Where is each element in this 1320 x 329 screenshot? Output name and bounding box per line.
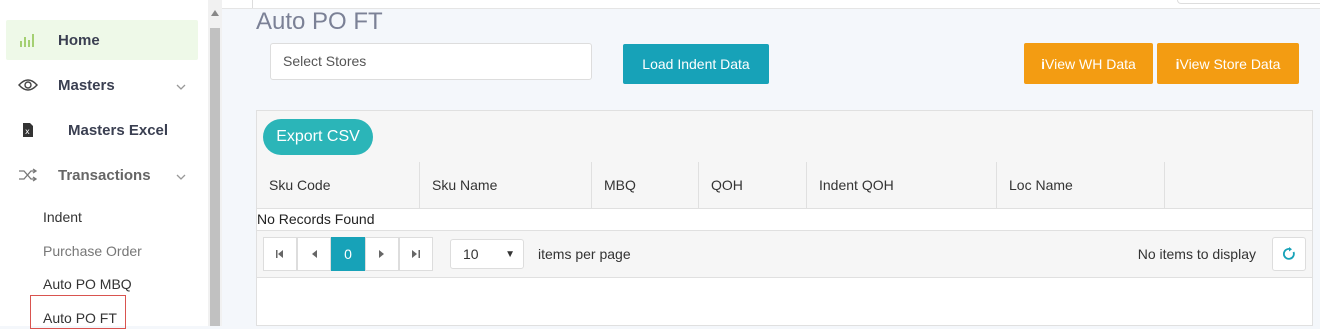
eye-icon	[16, 78, 40, 92]
column-header[interactable]: QOH	[699, 162, 807, 208]
header-search-box[interactable]	[1177, 0, 1320, 4]
scroll-up-arrow-icon[interactable]	[211, 10, 219, 16]
column-header[interactable]: Indent QOH	[807, 162, 997, 208]
chevron-down-icon	[176, 167, 186, 184]
top-header-strip	[222, 0, 1320, 9]
sidebar: Home Masters x Masters Excel Transaction…	[0, 0, 208, 329]
current-page-button[interactable]: 0	[331, 237, 365, 271]
column-header[interactable]: Loc Name	[997, 162, 1165, 208]
data-grid: Export CSV Sku Code Sku Name MBQ QOH Ind…	[256, 110, 1313, 326]
grid-toolbar: Export CSV	[257, 111, 1312, 163]
sidebar-subitem-indent[interactable]: Indent	[43, 209, 82, 225]
sidebar-scrollbar[interactable]	[208, 0, 222, 326]
store-select[interactable]: Select Stores	[270, 43, 592, 80]
sidebar-item-home[interactable]: Home	[6, 20, 198, 60]
pager: 0 10 ▼ items per page No items to displa…	[257, 231, 1312, 278]
view-store-data-label: View Store Data	[1179, 55, 1281, 72]
shuffle-icon	[16, 168, 40, 182]
scrollbar-thumb[interactable]	[210, 28, 220, 326]
column-header[interactable]: Sku Name	[420, 162, 592, 208]
view-wh-data-label: View WH Data	[1045, 55, 1136, 72]
grid-header: Sku Code Sku Name MBQ QOH Indent QOH Loc…	[257, 162, 1312, 209]
last-page-icon[interactable]	[399, 237, 433, 271]
chevron-down-icon	[176, 77, 186, 94]
sidebar-item-label: Masters Excel	[68, 121, 169, 139]
items-per-page-label: items per page	[538, 246, 631, 262]
column-header[interactable]: Sku Code	[257, 162, 420, 208]
bar-chart-icon	[16, 32, 40, 48]
dropdown-arrow-icon: ▼	[505, 248, 515, 260]
svg-text:x: x	[25, 127, 30, 136]
sidebar-item-label: Masters	[58, 76, 115, 94]
page-size-select[interactable]: 10 ▼	[450, 239, 524, 269]
sidebar-subitem-purchase-order[interactable]: Purchase Order	[43, 243, 142, 259]
header-divider	[252, 0, 253, 8]
first-page-icon[interactable]	[263, 237, 297, 271]
pager-status: No items to display	[1137, 246, 1256, 262]
refresh-icon[interactable]	[1272, 237, 1306, 271]
view-wh-data-button[interactable]: i View WH Data	[1024, 43, 1153, 84]
page-size-value: 10	[463, 246, 479, 262]
sidebar-item-transactions[interactable]: Transactions	[6, 155, 198, 195]
empty-message: No Records Found	[257, 208, 1312, 231]
next-page-icon[interactable]	[365, 237, 399, 271]
excel-file-icon: x	[16, 123, 40, 137]
load-indent-data-button[interactable]: Load Indent Data	[623, 44, 769, 84]
sidebar-item-label: Transactions	[58, 166, 151, 184]
sidebar-subitem-auto-po-mbq[interactable]: Auto PO MBQ	[43, 276, 132, 292]
sidebar-subitem-auto-po-ft[interactable]: Auto PO FT	[43, 310, 117, 326]
page-title: Auto PO FT	[256, 8, 383, 35]
view-store-data-button[interactable]: i View Store Data	[1157, 43, 1299, 84]
column-header[interactable]: MBQ	[592, 162, 699, 208]
sidebar-item-masters-excel[interactable]: x Masters Excel	[6, 110, 198, 150]
prev-page-icon[interactable]	[297, 237, 331, 271]
sidebar-item-label: Home	[58, 31, 100, 49]
export-csv-button[interactable]: Export CSV	[263, 119, 373, 155]
sidebar-item-masters[interactable]: Masters	[6, 65, 198, 105]
